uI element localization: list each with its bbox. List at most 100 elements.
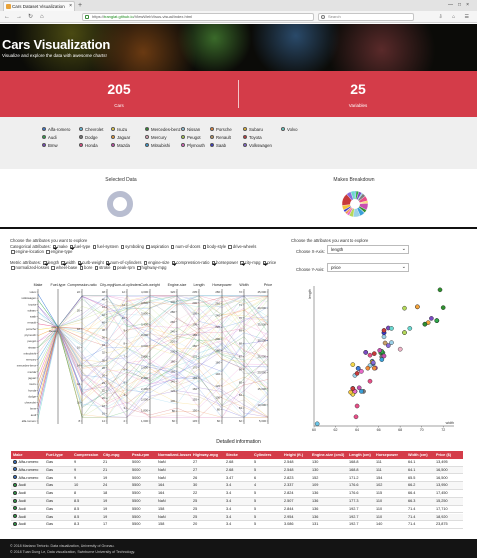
legend-item[interactable]: Audi xyxy=(42,135,57,140)
legend-item[interactable]: Dodge xyxy=(79,135,98,140)
car-line[interactable] xyxy=(37,295,268,345)
axis-title[interactable]: Fuel-type xyxy=(51,283,66,287)
legend-item[interactable]: Peugot xyxy=(181,135,201,140)
scatter-point[interactable] xyxy=(353,414,359,420)
table-row[interactable]: Audi Gas 10 24 5500 164 30 3.4 4 2.337 109 176.6 102… xyxy=(11,482,463,490)
makes-breakdown-pie[interactable] xyxy=(341,190,369,218)
table-row[interactable]: Audi Gas 8.3 17 5500 158 20 3.4 5 3.086 131 192.7 14… xyxy=(11,521,463,529)
home-icon[interactable]: ⌂ xyxy=(40,11,44,23)
checkbox[interactable] xyxy=(11,250,15,254)
scatter-point[interactable] xyxy=(367,378,373,384)
scatter-point[interactable] xyxy=(386,343,391,348)
legend-item[interactable]: Jaguar xyxy=(111,135,130,140)
scatter-point[interactable] xyxy=(365,365,371,371)
scatter-point[interactable] xyxy=(437,287,443,293)
metric-option[interactable]: normalized-losses xyxy=(10,265,50,270)
checkbox[interactable] xyxy=(92,245,97,249)
table-header-cell[interactable]: Height (ft.) xyxy=(282,451,310,459)
car-line[interactable] xyxy=(37,295,269,354)
checkbox[interactable] xyxy=(94,266,99,270)
table-header-cell[interactable]: Highway-mpg xyxy=(191,451,224,459)
scatter-point[interactable] xyxy=(372,365,377,371)
checkbox[interactable] xyxy=(262,261,267,265)
scatter-point[interactable] xyxy=(381,328,387,333)
table-row[interactable]: Alfa-romero Gas 9 21 5000 NaN 27 2.68 5 2.548 130 1… xyxy=(11,459,463,467)
legend-item[interactable]: Subaru xyxy=(243,127,263,132)
categorical-option[interactable]: engine-location xyxy=(10,249,45,254)
metric-option[interactable]: highway-mpg xyxy=(136,265,166,270)
checkbox[interactable] xyxy=(79,266,84,270)
url-bar[interactable]: https://tranglat.github.io/ViewWebVisus-… xyxy=(82,13,314,21)
scatter-point[interactable] xyxy=(402,330,407,335)
legend-item[interactable]: Isuzu xyxy=(111,127,127,132)
car-line[interactable] xyxy=(37,314,269,403)
checkbox[interactable] xyxy=(146,245,150,249)
car-line[interactable] xyxy=(37,326,269,400)
scatter-point[interactable] xyxy=(389,340,394,345)
axis-title[interactable]: Price xyxy=(264,283,272,287)
axis-title[interactable]: Width xyxy=(239,283,248,287)
toolbar-icons[interactable]: ⇩ ⌂ ☰ xyxy=(439,11,473,23)
legend-item[interactable]: Honda xyxy=(79,143,98,148)
table-header-cell[interactable]: Price ($) xyxy=(434,451,463,459)
legend-item[interactable]: Mercury xyxy=(145,135,167,140)
checkbox[interactable] xyxy=(77,261,82,265)
categorical-option[interactable]: num-of-doors xyxy=(170,244,202,249)
checkbox[interactable] xyxy=(143,261,148,265)
legend-item[interactable]: Volkswagen xyxy=(243,143,272,148)
checkbox[interactable] xyxy=(69,245,74,249)
checkbox[interactable] xyxy=(120,245,125,249)
legend-item[interactable]: Chevrolet xyxy=(79,127,103,132)
y-axis-select[interactable]: price ⌄ xyxy=(327,263,409,272)
axis-title[interactable]: Num-of-cylinders xyxy=(113,283,140,287)
table-row[interactable]: Audi Gas 8.5 19 5500 158 25 3.4 5 2.844 136 192.7 11… xyxy=(11,505,463,514)
scatter-point[interactable] xyxy=(314,421,320,427)
table-row[interactable]: Audi Gas 8 18 5500 164 22 3.4 5 2.824 136 176.6 115 6… xyxy=(11,490,463,498)
table-header-cell[interactable]: Width (cm) xyxy=(406,451,434,459)
legend-item[interactable]: Mercedes-benz xyxy=(145,127,181,132)
legend-item[interactable]: Volvo xyxy=(281,127,298,132)
table-header-cell[interactable]: Make xyxy=(11,451,44,459)
parallel-coordinates-chart[interactable]: Make volvo volkswagen toyota subaru saab renau… xyxy=(0,280,290,430)
table-header-cell[interactable]: Peak-rpm xyxy=(130,451,156,459)
search-input[interactable]: Search xyxy=(318,13,414,21)
axis-title[interactable]: Engine-size xyxy=(168,283,187,287)
forward-icon[interactable]: → xyxy=(16,11,22,23)
checkbox[interactable] xyxy=(46,250,50,254)
metric-option[interactable]: price xyxy=(262,260,276,265)
axis-title[interactable]: Compression-ratio xyxy=(67,283,96,287)
reload-icon[interactable]: ↻ xyxy=(28,11,33,23)
metric-option[interactable]: compression-ratio xyxy=(171,260,211,265)
car-line[interactable] xyxy=(37,320,269,420)
table-header-cell[interactable]: Compression xyxy=(72,451,101,459)
table-header-cell[interactable]: Stroke xyxy=(224,451,252,459)
window-controls[interactable]: —□× xyxy=(448,0,474,11)
scatter-point[interactable] xyxy=(422,321,428,327)
table-header-cell[interactable]: Fuel-type xyxy=(44,451,72,459)
scatter-point[interactable] xyxy=(429,316,434,321)
scatter-plot[interactable]: 60 62 64 66 68 70 72 length width xyxy=(296,280,466,436)
axis-title[interactable]: Curb-weight xyxy=(140,283,159,287)
checkbox[interactable] xyxy=(170,245,175,249)
scatter-point[interactable] xyxy=(402,305,407,311)
table-header-cell[interactable]: City-mpg xyxy=(101,451,130,459)
checkbox[interactable] xyxy=(105,261,110,265)
x-axis-select[interactable]: length ⌄ xyxy=(327,245,409,254)
scatter-point[interactable] xyxy=(363,350,368,355)
scatter-point[interactable] xyxy=(415,304,420,310)
checkbox[interactable] xyxy=(51,266,55,270)
scatter-point[interactable] xyxy=(381,334,387,340)
legend-item[interactable]: Mitsubishi xyxy=(145,143,170,148)
table-row[interactable]: Alfa-romero Gas 9 21 5000 NaN 27 2.68 5 2.548 130 1… xyxy=(11,466,463,475)
scatter-point[interactable] xyxy=(354,403,360,409)
scatter-point[interactable] xyxy=(372,351,377,356)
categorical-option[interactable]: aspiration xyxy=(145,244,170,249)
legend-item[interactable]: Toyota xyxy=(243,135,262,140)
legend-item[interactable]: Saab xyxy=(210,143,226,148)
categorical-option[interactable]: drive-wheels xyxy=(227,244,256,249)
checkbox[interactable] xyxy=(171,261,176,265)
legend-item[interactable]: Alfa-romero xyxy=(42,127,70,132)
table-row[interactable]: Audi Gas 8.5 19 5500 NaN 25 3.4 5 2.954 136 192.7 11… xyxy=(11,513,463,522)
table-header-cell[interactable]: Normalized-losses xyxy=(156,451,192,459)
table-row[interactable]: Alfa-romero Gas 9 19 5000 NaN 26 3.47 6 2.823 152 1… xyxy=(11,474,463,483)
